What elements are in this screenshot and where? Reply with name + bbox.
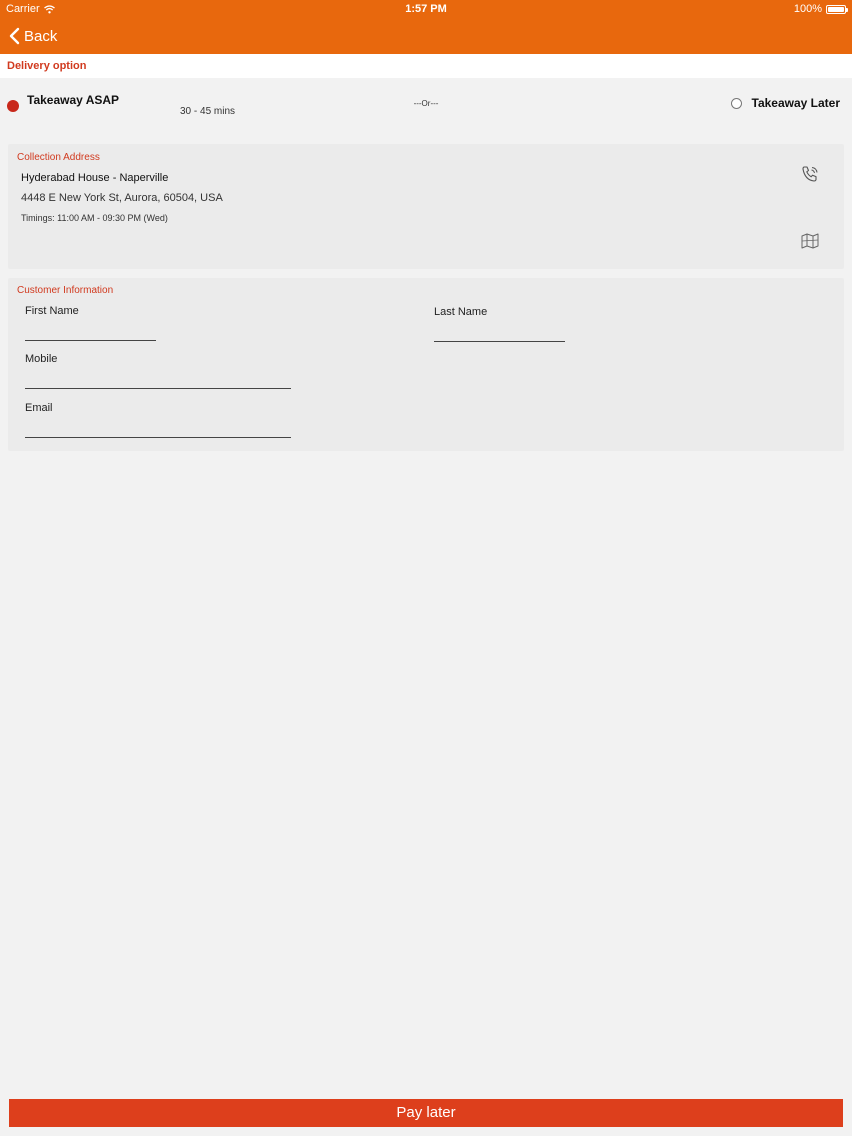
status-bar: Carrier 1:57 PM 100% — [0, 0, 852, 18]
collection-address-card: Collection Address Hyderabad House - Nap… — [8, 144, 844, 269]
first-name-label: First Name — [25, 305, 79, 317]
first-name-input[interactable] — [25, 325, 156, 341]
first-name-field: First Name — [25, 305, 156, 341]
status-time: 1:57 PM — [405, 3, 447, 15]
battery-percent: 100% — [793, 3, 822, 15]
mobile-input[interactable] — [25, 373, 291, 389]
battery-icon — [826, 4, 848, 14]
collection-address-label: Collection Address — [17, 152, 100, 163]
mobile-field: Mobile — [25, 353, 291, 389]
restaurant-address: 4448 E New York St, Aurora, 60504, USA — [21, 192, 223, 204]
battery-group: 100% — [793, 3, 848, 15]
last-name-field: Last Name — [434, 306, 565, 342]
restaurant-timings: Timings: 11:00 AM - 09:30 PM (Wed) — [21, 213, 168, 223]
last-name-input[interactable] — [434, 326, 565, 342]
radio-unselected-icon[interactable] — [730, 97, 742, 109]
restaurant-name: Hyderabad House - Naperville — [21, 172, 169, 184]
back-label: Back — [24, 27, 58, 45]
delivery-option-label: Delivery option — [7, 60, 87, 72]
pay-later-button[interactable]: Pay later — [9, 1099, 843, 1127]
back-button[interactable]: Back — [8, 24, 57, 48]
mobile-label: Mobile — [25, 353, 58, 365]
nav-bar: Carrier 1:57 PM 100% Back — [0, 0, 852, 54]
or-separator: ---Or--- — [413, 99, 439, 108]
last-name-label: Last Name — [434, 306, 488, 318]
email-field: Email — [25, 402, 291, 438]
customer-information-label: Customer Information — [17, 285, 114, 296]
email-input[interactable] — [25, 422, 291, 438]
section-header-strip — [0, 54, 852, 78]
phone-icon[interactable] — [800, 164, 820, 184]
email-label: Email — [25, 402, 53, 414]
customer-information-card: Customer Information First Name Last Nam… — [8, 278, 844, 451]
chevron-left-icon — [9, 27, 20, 45]
takeaway-later-option[interactable]: Takeaway Later — [730, 96, 841, 110]
map-icon[interactable] — [801, 233, 819, 249]
takeaway-later-label: Takeaway Later — [751, 96, 841, 110]
